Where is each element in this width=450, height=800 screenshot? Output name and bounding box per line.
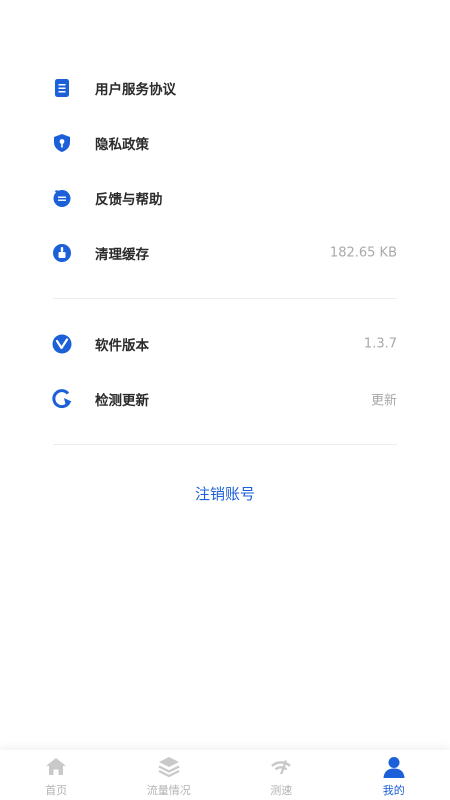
menu-item-label: 清理缓存	[95, 246, 149, 263]
version-value: 1.3.7	[363, 336, 397, 351]
user-icon	[382, 755, 406, 779]
menu-item-software-version[interactable]: 软件版本 1.3.7	[0, 316, 450, 371]
tab-label: 测速	[270, 784, 293, 797]
version-icon	[52, 334, 72, 354]
tab-mine[interactable]: 我的	[338, 750, 450, 800]
divider	[53, 298, 397, 299]
tab-home[interactable]: 首页	[0, 750, 113, 800]
layers-icon	[157, 755, 181, 779]
tab-label: 首页	[45, 784, 68, 797]
menu-item-check-update[interactable]: 检测更新 更新	[0, 371, 450, 426]
menu-item-label: 隐私政策	[95, 136, 149, 153]
menu-item-feedback-help[interactable]: 反馈与帮助	[0, 170, 450, 225]
menu-item-label: 用户服务协议	[95, 81, 176, 98]
menu-item-label: 检测更新	[95, 392, 149, 409]
speed-icon	[269, 755, 293, 779]
shield-icon	[52, 133, 72, 153]
tab-traffic[interactable]: 流量情况	[113, 750, 226, 800]
refresh-icon	[52, 388, 72, 409]
home-icon	[44, 755, 68, 779]
menu-item-clear-cache[interactable]: 清理缓存 182.65 KB	[0, 225, 450, 280]
menu-item-privacy-policy[interactable]: 隐私政策	[0, 115, 450, 170]
broom-icon	[52, 243, 72, 263]
menu-item-label: 软件版本	[95, 337, 149, 354]
menu-item-label: 反馈与帮助	[95, 191, 163, 208]
tab-label: 我的	[382, 784, 405, 797]
logout-account-button[interactable]: 注销账号	[0, 483, 450, 504]
divider	[53, 444, 397, 445]
bottom-tab-bar: 首页 流量情况 测速 我的	[0, 750, 450, 800]
tab-label: 流量情况	[146, 784, 191, 797]
menu-item-user-agreement[interactable]: 用户服务协议	[0, 60, 450, 115]
update-value[interactable]: 更新	[371, 389, 397, 408]
cache-size-value: 182.65 KB	[329, 245, 397, 260]
tab-speed-test[interactable]: 测速	[225, 750, 338, 800]
feedback-icon	[52, 188, 72, 208]
document-icon	[52, 78, 72, 98]
